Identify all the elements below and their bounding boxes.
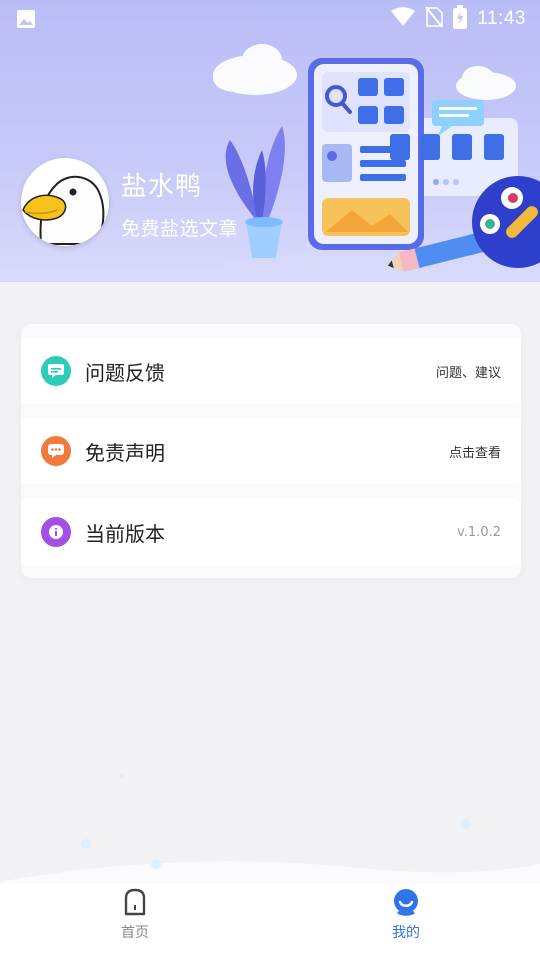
menu-item-feedback[interactable]: 问题反馈 问题、建议 [21, 338, 521, 404]
menu-item-value: 点击查看 [448, 445, 501, 461]
wifi-icon [391, 7, 416, 31]
duck-avatar-icon [21, 158, 109, 246]
no-sim-icon [425, 6, 444, 32]
battery-charging-icon [453, 5, 468, 33]
menu-item-disclaimer[interactable]: 免责声明 点击查看 [21, 418, 521, 484]
status-bar: 11:43 [0, 0, 540, 38]
feedback-icon [41, 356, 71, 386]
menu-item-label: 免责声明 [85, 440, 165, 465]
home-icon [124, 888, 146, 916]
avatar[interactable] [21, 158, 109, 246]
tab-label: 首页 [121, 925, 149, 941]
tab-home[interactable]: 首页 [75, 884, 195, 960]
menu-item-value: 问题、建议 [435, 365, 501, 381]
status-right: 11:43 [391, 5, 526, 33]
tab-label: 我的 [392, 925, 420, 941]
bottom-tab-bar: 首页 我的 [0, 884, 540, 960]
disclaimer-icon [41, 436, 71, 466]
profile-name: 盐水鸭 [121, 172, 203, 202]
profile-subtitle: 免费盐选文章 [121, 218, 239, 240]
profile-icon [394, 889, 418, 916]
menu-item-label: 问题反馈 [85, 360, 165, 385]
info-icon [41, 517, 71, 547]
tab-profile[interactable]: 我的 [346, 884, 466, 960]
image-icon [16, 9, 36, 29]
menu-item-version[interactable]: 当前版本 v.1.0.2 [21, 499, 521, 565]
menu-item-value: v.1.0.2 [457, 524, 501, 540]
profile-header: 11:43 盐水鸭 免费盐选文章 [0, 0, 540, 282]
profile-screen: 11:43 盐水鸭 免费盐选文章 问题反馈 问题、建议 免责声明 点击查看 当前… [0, 0, 540, 960]
menu-item-label: 当前版本 [85, 521, 165, 546]
status-time: 11:43 [477, 8, 526, 29]
